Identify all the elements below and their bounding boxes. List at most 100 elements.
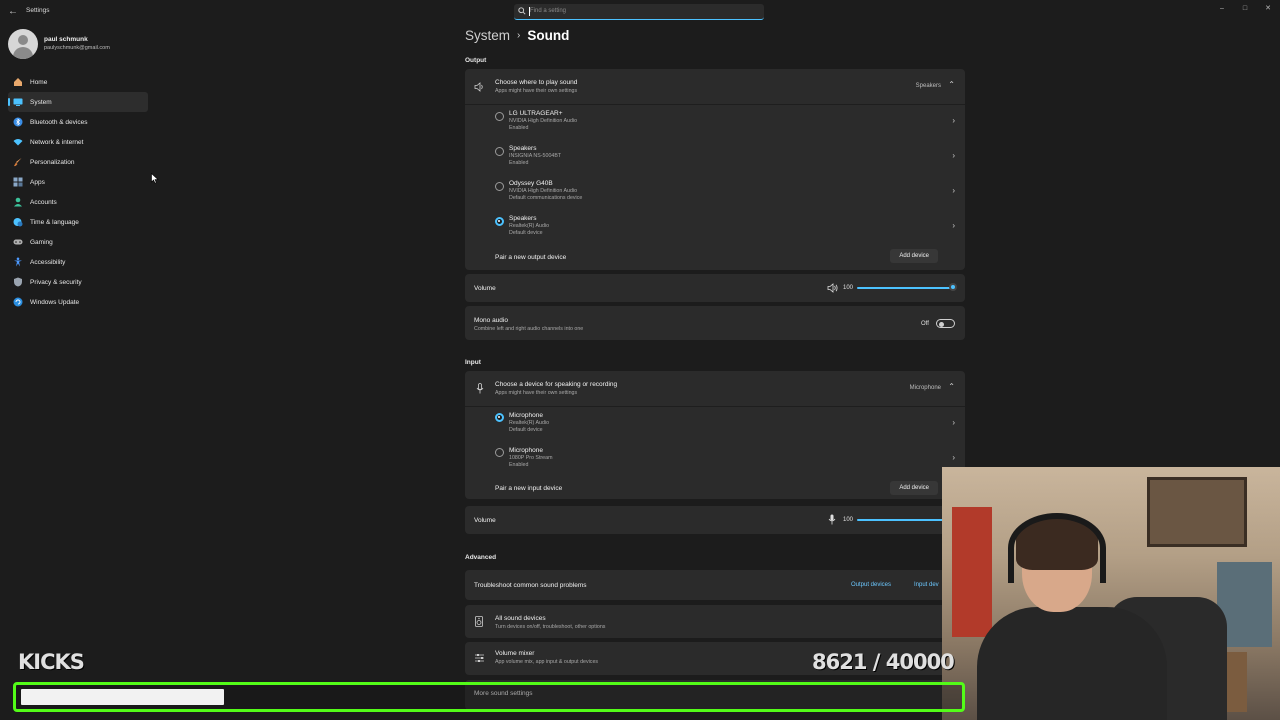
output-device-row[interactable]: Speakers INSIGNIA NS-5004BT Enabled ›: [465, 140, 965, 174]
device-radio[interactable]: [495, 112, 504, 121]
sidebar-item-gaming[interactable]: Gaming: [8, 232, 148, 252]
avatar[interactable]: [8, 29, 38, 59]
search-placeholder: Find a setting: [530, 8, 567, 14]
device-radio[interactable]: [495, 448, 504, 457]
back-arrow-icon[interactable]: ←: [6, 5, 20, 19]
device-name: LG ULTRAGEAR+: [509, 110, 563, 117]
output-volume-slider[interactable]: [857, 287, 953, 289]
shield-icon: [14, 277, 22, 287]
output-device-row[interactable]: Odyssey G40B NVIDIA High Definition Audi…: [465, 175, 965, 209]
pair-output-label: Pair a new output device: [495, 254, 567, 261]
bluetooth-icon: [13, 117, 23, 127]
chevron-right-icon[interactable]: ›: [952, 186, 955, 195]
add-output-device-button[interactable]: Add device: [890, 249, 938, 263]
device-radio[interactable]: [495, 147, 504, 156]
apps-icon: [13, 177, 23, 187]
device-driver: Realtek(R) Audio: [509, 223, 550, 229]
brush-icon: [14, 158, 22, 167]
sidebar-item-time-language[interactable]: Time & language: [8, 212, 148, 232]
breadcrumb: System › Sound: [465, 28, 569, 43]
mouse-cursor-icon: [151, 173, 159, 184]
device-radio-selected[interactable]: [495, 217, 504, 226]
wifi-icon: [13, 139, 23, 146]
output-device-row[interactable]: LG ULTRAGEAR+ NVIDIA High Definition Aud…: [465, 105, 965, 139]
output-header[interactable]: Choose where to play sound Apps might ha…: [465, 69, 965, 104]
update-icon: [13, 297, 23, 307]
chevron-right-icon[interactable]: ›: [952, 418, 955, 427]
device-radio[interactable]: [495, 182, 504, 191]
sidebar-item-windows-update[interactable]: Windows Update: [8, 292, 148, 312]
troubleshoot-card: Troubleshoot common sound problems Outpu…: [465, 570, 965, 600]
sidebar-item-label: Privacy & security: [30, 278, 82, 286]
chevron-up-icon[interactable]: ⌃: [948, 382, 955, 391]
troubleshoot-output-link[interactable]: Output devices: [851, 582, 891, 588]
sidebar-nav: Home System Bluetooth & devices Network …: [8, 72, 148, 312]
troubleshoot-input-link[interactable]: Input dev: [914, 582, 939, 588]
sidebar-item-bluetooth[interactable]: Bluetooth & devices: [8, 112, 148, 132]
input-header[interactable]: Choose a device for speaking or recordin…: [465, 371, 965, 406]
device-status: Enabled: [509, 125, 529, 131]
mono-audio-state: Off: [921, 321, 929, 327]
sidebar-item-label: Gaming: [30, 238, 53, 246]
accessibility-icon: [14, 257, 22, 267]
device-driver: INSIGNIA NS-5004BT: [509, 153, 562, 159]
sidebar-item-accounts[interactable]: Accounts: [8, 192, 148, 212]
input-header-subtitle: Apps might have their own settings: [495, 390, 578, 396]
add-input-device-button[interactable]: Add device: [890, 481, 938, 495]
chevron-up-icon[interactable]: ⌃: [948, 80, 955, 89]
input-device-row[interactable]: Microphone 1080P Pro Stream Enabled ›: [465, 442, 965, 476]
microphone-volume-icon[interactable]: [828, 514, 836, 525]
speaker-device-icon: [475, 616, 483, 627]
home-icon: [14, 78, 22, 86]
device-name: Speakers: [509, 145, 537, 152]
microphone-icon: [476, 383, 484, 394]
sidebar-item-network[interactable]: Network & internet: [8, 132, 148, 152]
output-volume-card: Volume 100: [465, 274, 965, 302]
breadcrumb-parent[interactable]: System: [465, 28, 510, 43]
sidebar-item-label: Time & language: [30, 218, 79, 226]
device-radio-selected[interactable]: [495, 413, 504, 422]
sidebar-item-accessibility[interactable]: Accessibility: [8, 252, 148, 272]
minimize-button[interactable]: –: [1216, 4, 1228, 14]
speaker-volume-icon[interactable]: [827, 283, 839, 293]
mono-audio-toggle[interactable]: [936, 319, 955, 328]
output-header-title: Choose where to play sound: [495, 79, 578, 86]
output-selected-device: Speakers: [915, 83, 941, 89]
output-volume-thumb[interactable]: [949, 283, 957, 291]
chevron-right-icon[interactable]: ›: [952, 221, 955, 230]
input-header-title: Choose a device for speaking or recordin…: [495, 381, 618, 388]
all-sound-devices-card[interactable]: All sound devices Turn devices on/off, t…: [465, 605, 965, 638]
input-selected-device: Microphone: [909, 385, 941, 391]
sidebar-item-label: Accessibility: [30, 258, 66, 266]
search-input[interactable]: Find a setting: [514, 4, 764, 20]
device-status: Default device: [509, 427, 543, 433]
input-device-row[interactable]: Microphone Realtek(R) Audio Default devi…: [465, 407, 965, 441]
maximize-button[interactable]: □: [1239, 4, 1251, 14]
sidebar-item-system[interactable]: System: [8, 92, 148, 112]
input-volume-label: Volume: [474, 517, 496, 524]
pair-input-row: Pair a new input device Add device: [465, 477, 965, 499]
chevron-right-icon[interactable]: ›: [952, 453, 955, 462]
input-volume-slider[interactable]: [857, 519, 953, 521]
output-device-row[interactable]: Speakers Realtek(R) Audio Default device…: [465, 210, 965, 244]
device-status: Enabled: [509, 160, 529, 166]
chevron-right-icon[interactable]: ›: [952, 116, 955, 125]
chevron-right-icon[interactable]: ›: [952, 151, 955, 160]
all-sound-devices-title: All sound devices: [495, 615, 546, 622]
sidebar-item-home[interactable]: Home: [8, 72, 148, 92]
app-title: Settings: [26, 7, 50, 14]
person-icon: [14, 197, 22, 207]
device-name: Microphone: [509, 447, 543, 454]
sidebar-item-privacy[interactable]: Privacy & security: [8, 272, 148, 292]
sidebar-item-personalization[interactable]: Personalization: [8, 152, 148, 172]
device-status: Default device: [509, 230, 543, 236]
output-device-card: Choose where to play sound Apps might ha…: [465, 69, 965, 270]
close-button[interactable]: ✕: [1262, 4, 1274, 14]
profile-name: paul schmunk: [44, 36, 88, 43]
sidebar-item-label: Apps: [30, 178, 45, 186]
sidebar-item-apps[interactable]: Apps: [8, 172, 148, 192]
all-sound-devices-subtitle: Turn devices on/off, troubleshoot, other…: [495, 624, 606, 630]
title-bar: ← Settings Find a setting – □ ✕: [0, 0, 1280, 24]
speaker-icon: [474, 82, 483, 92]
input-volume-card: Volume 100: [465, 506, 965, 534]
